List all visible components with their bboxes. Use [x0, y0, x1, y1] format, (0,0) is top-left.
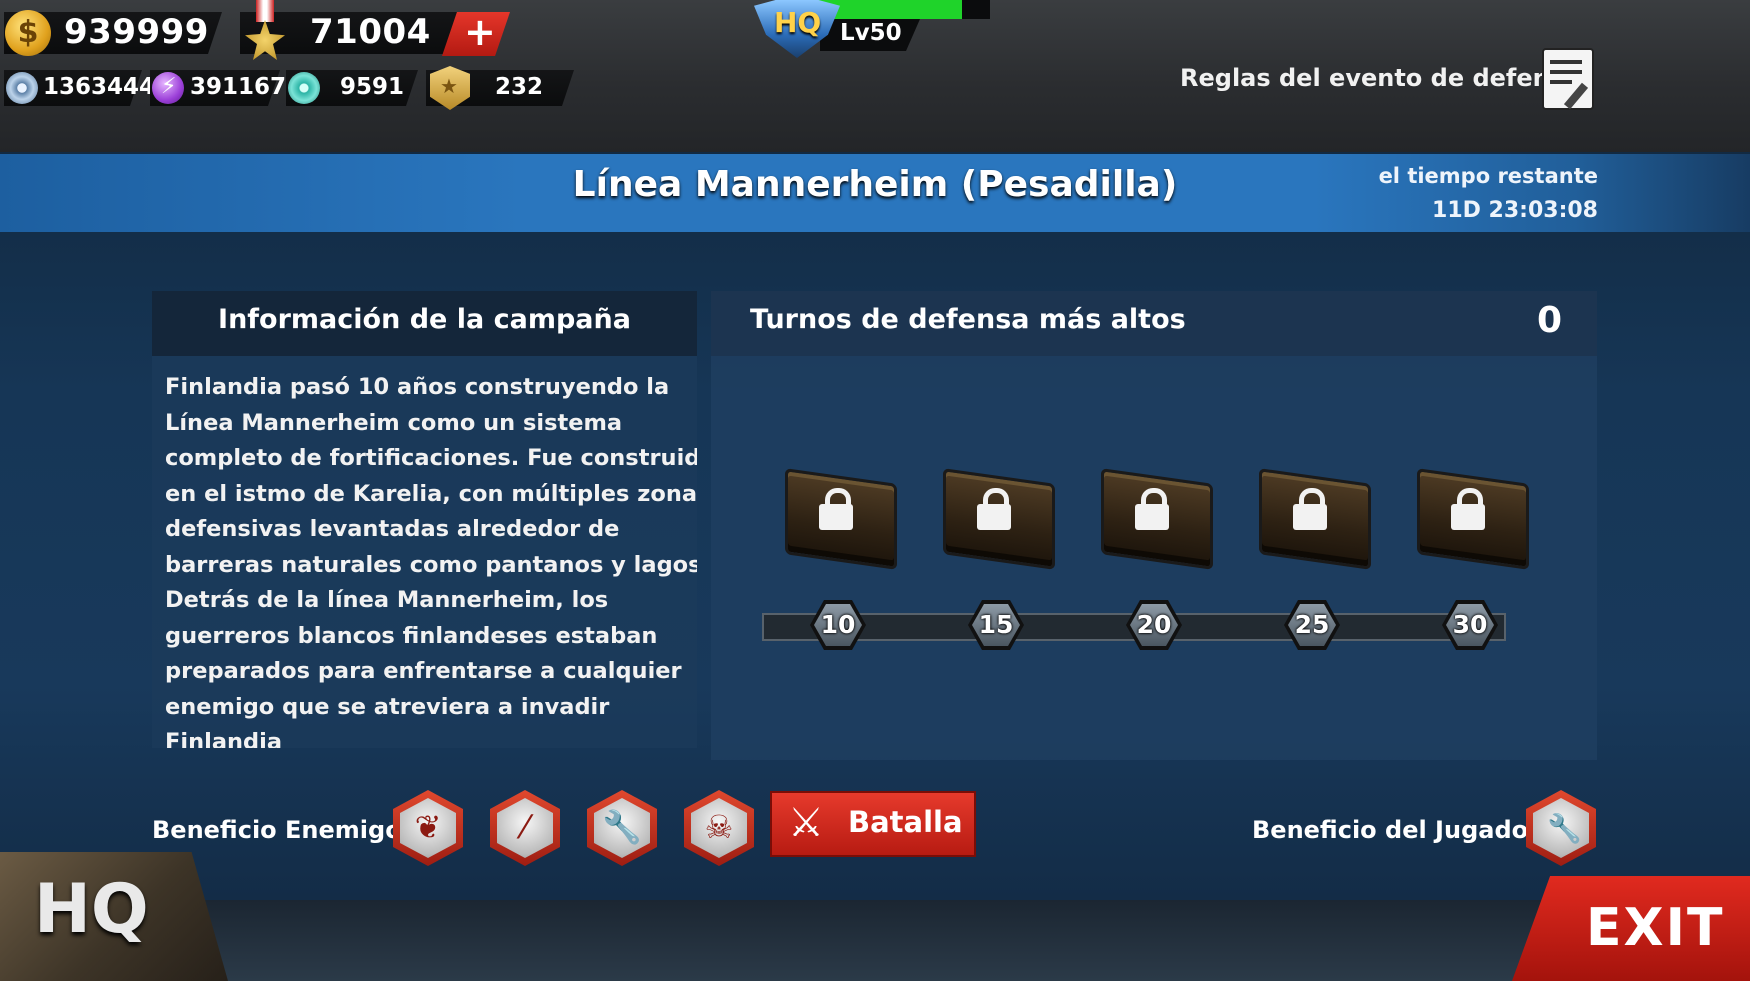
lock-icon: [817, 486, 855, 532]
plus-icon: +: [464, 10, 496, 54]
campaign-text-line: Línea Mannerheim como un sistema: [165, 409, 623, 436]
battle-button[interactable]: ⚔ Batalla: [770, 791, 976, 857]
rules-link[interactable]: Reglas del evento de defensa: [1180, 64, 1580, 92]
bottom-bar: [0, 900, 1750, 981]
lock-icon: [1449, 486, 1487, 532]
lock-icon: [1133, 486, 1171, 532]
milestone-value: 30: [1446, 604, 1494, 646]
bullet-icon[interactable]: ⁄: [490, 790, 560, 866]
campaign-text: Finlandia pasó 10 años construyendo la Lí…: [165, 370, 697, 748]
campaign-text-line: preparados para enfrentarse a cualquier: [165, 658, 682, 684]
milestone-value: 20: [1130, 604, 1178, 646]
milestone-value: 15: [972, 604, 1020, 646]
locked-reward-chest[interactable]: [937, 458, 1055, 570]
energy-amount: 391167: [190, 74, 287, 100]
milestone-value: 25: [1288, 604, 1336, 646]
time-remaining-value: 11D 23:03:08: [1432, 198, 1598, 223]
vehicle-repair-icon[interactable]: 🔧: [1526, 790, 1596, 866]
crossed-swords-icon: ⚔: [788, 800, 824, 846]
cog-parts-icon: [288, 72, 320, 104]
campaign-text-line: barreras naturales como pantanos y lagos…: [165, 551, 697, 578]
milestone-value: 10: [814, 604, 862, 646]
locked-reward-chest[interactable]: [1411, 458, 1529, 570]
skull-icon[interactable]: ☠: [684, 790, 754, 866]
campaign-text-line: Detrás de la línea Mannerheim, los: [165, 587, 609, 613]
defense-header: Turnos de defensa más altos: [750, 304, 1186, 335]
campaign-text-line: Finlandia: [165, 729, 283, 748]
medals-amount: 71004: [310, 12, 431, 52]
medal-icon: [242, 0, 288, 60]
exit-button[interactable]: EXIT: [1512, 876, 1750, 981]
locked-reward-chest[interactable]: [1253, 458, 1371, 570]
vehicle-repair-icon[interactable]: 🔧: [587, 790, 657, 866]
gold-coin-icon: $: [5, 10, 51, 56]
badges-amount: 232: [495, 74, 544, 100]
campaign-text-line: defensivas levantadas alrededor de: [165, 516, 620, 542]
wings-icon[interactable]: ❦: [393, 790, 463, 866]
campaign-text-line: completo de fortificaciones. Fue constru…: [165, 445, 697, 471]
rules-document-icon[interactable]: [1542, 48, 1596, 110]
player-buff-label: Beneficio del Jugador: [1252, 816, 1540, 844]
campaign-text-line: enemigo que se atreviera a invadir: [165, 693, 610, 720]
defense-score: 0: [1536, 300, 1562, 341]
lightning-icon: ⚡: [152, 72, 184, 104]
campaign-header: Información de la campaña: [218, 304, 631, 335]
lock-icon: [1291, 486, 1329, 532]
lock-icon: [975, 486, 1013, 532]
battle-label: Batalla: [848, 805, 963, 839]
hq-corner-button[interactable]: HQ: [0, 852, 228, 981]
parts-amount: 9591: [340, 74, 405, 100]
campaign-text-line: Finlandia pasó 10 años construyendo la: [165, 374, 670, 400]
time-remaining-label: el tiempo restante: [1378, 164, 1598, 188]
enemy-buff-label: Beneficio Enemigo: [152, 816, 402, 844]
campaign-text-line: en el istmo de Karelia, con múltiples zo…: [165, 480, 697, 507]
campaign-text-line: guerreros blancos finlandeses estaban: [165, 622, 658, 649]
locked-reward-chest[interactable]: [1095, 458, 1213, 570]
gear-icon: [6, 72, 38, 104]
gold-amount: 939999: [64, 12, 209, 52]
gears-amount: 1363444: [43, 74, 156, 100]
hq-level: Lv50: [840, 20, 902, 46]
locked-reward-chest[interactable]: [779, 458, 897, 570]
campaign-description: Finlandia pasó 10 años construyendo la Lí…: [152, 356, 697, 748]
